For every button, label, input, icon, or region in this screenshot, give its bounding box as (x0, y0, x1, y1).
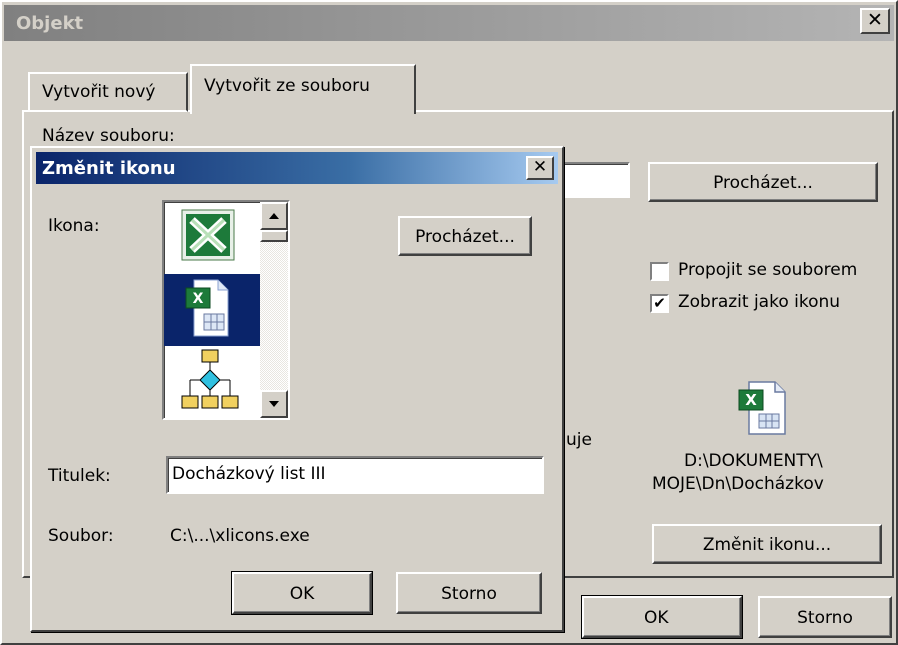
icon-option-excel-document[interactable]: X (164, 274, 260, 346)
change-icon-button-label: Změnit ikonu... (702, 535, 832, 555)
browse-button-label: Procházet... (713, 173, 813, 193)
change-icon-button[interactable]: Změnit ikonu... (652, 524, 882, 564)
scroll-up-button[interactable] (260, 202, 288, 230)
flowchart-icon (181, 349, 239, 409)
link-to-file-checkbox[interactable] (650, 262, 669, 281)
outer-ok-button-label: OK (644, 608, 669, 628)
tab-create-from-file[interactable]: Vytvořit ze souboru (190, 64, 416, 114)
outer-cancel-button-label: Storno (797, 608, 853, 628)
outer-cancel-button[interactable]: Storno (758, 596, 892, 638)
display-as-icon-checkbox[interactable]: ✔ (650, 294, 669, 313)
objekt-title: Objekt (16, 13, 84, 34)
icon-label: Ikona: (48, 216, 100, 236)
change-icon-close-button[interactable]: ✕ (526, 156, 554, 180)
change-icon-titlebar[interactable]: Změnit ikonu ✕ (36, 152, 558, 184)
close-icon: ✕ (532, 157, 548, 177)
change-icon-title: Změnit ikonu (42, 158, 176, 179)
inner-cancel-button[interactable]: Storno (396, 572, 542, 614)
inner-browse-button-label: Procházet... (415, 227, 515, 247)
outer-ok-button[interactable]: OK (581, 595, 743, 639)
caption-input[interactable]: Docházkový list III (166, 456, 544, 494)
caption-label: Titulek: (48, 466, 111, 486)
inner-ok-button-label: OK (289, 584, 315, 604)
svg-text:X: X (193, 291, 204, 307)
objekt-close-button[interactable]: ✕ (860, 8, 890, 34)
inner-browse-button[interactable]: Procházet... (398, 216, 532, 256)
file-label: Soubor: (48, 526, 114, 546)
icon-caption-line-2: MOJE\Dn\Docházkov (652, 474, 824, 494)
inner-cancel-button-label: Storno (441, 584, 497, 604)
change-icon-dialog: Změnit ikonu ✕ Ikona: X Procházet... Tit… (30, 146, 564, 632)
tab-create-new[interactable]: Vytvořit nový (28, 72, 188, 112)
objekt-titlebar[interactable]: Objekt ✕ (4, 5, 894, 41)
icon-option-flowchart[interactable] (164, 346, 260, 418)
inner-ok-button[interactable]: OK (231, 571, 373, 615)
caption-input-value: Docházkový list III (172, 464, 326, 484)
tab-create-from-file-label: Vytvořit ze souboru (204, 76, 370, 96)
icon-option-excel-app[interactable] (164, 202, 260, 274)
icon-listbox[interactable]: X (162, 200, 290, 420)
obscured-text-fragment: uje (566, 430, 592, 450)
tab-create-new-label: Vytvořit nový (42, 82, 156, 102)
excel-document-icon: X (185, 279, 229, 337)
excel-app-icon (181, 209, 235, 261)
close-icon: ✕ (867, 9, 883, 31)
svg-text:X: X (745, 391, 757, 409)
checkmark-icon: ✔ (653, 294, 666, 312)
arrow-down-icon (269, 401, 279, 407)
file-value: C:\...\xlicons.exe (170, 526, 310, 546)
arrow-up-icon (269, 213, 279, 219)
icon-list-scrollbar[interactable] (260, 202, 288, 418)
excel-document-preview-icon: X (735, 378, 791, 438)
scroll-thumb[interactable] (260, 230, 288, 242)
file-name-label: Název souboru: (42, 126, 175, 146)
scroll-down-button[interactable] (260, 390, 288, 418)
display-as-icon-label[interactable]: Zobrazit jako ikonu (678, 292, 840, 312)
icon-caption-line-1: D:\DOKUMENTY\ (684, 451, 823, 471)
browse-button[interactable]: Procházet... (648, 162, 878, 202)
link-to-file-label[interactable]: Propojit se souborem (678, 260, 857, 280)
